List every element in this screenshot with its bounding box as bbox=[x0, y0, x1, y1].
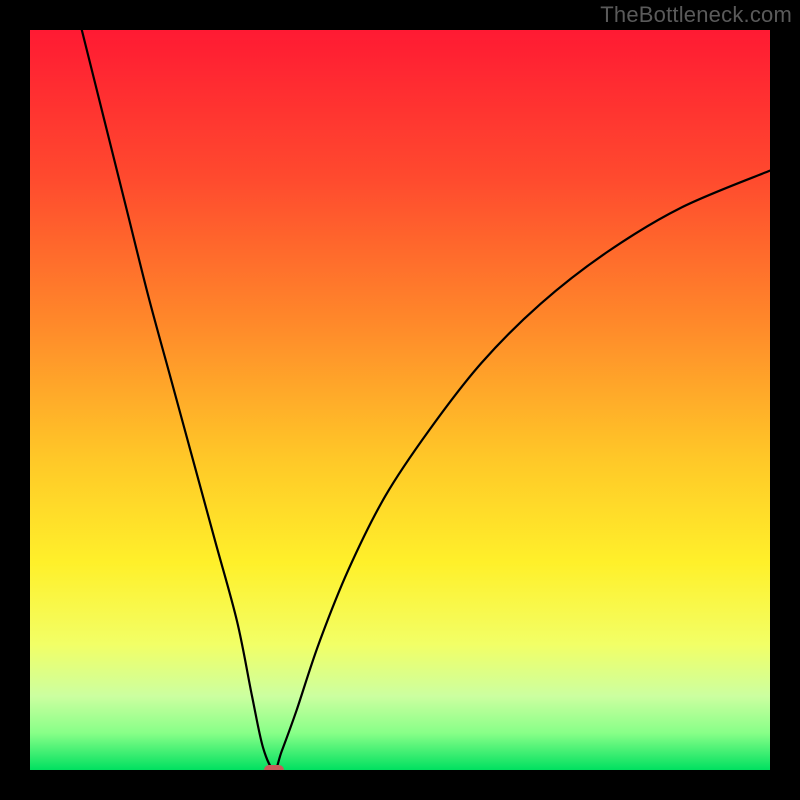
minimum-marker bbox=[264, 765, 284, 770]
chart-frame: TheBottleneck.com bbox=[0, 0, 800, 800]
watermark-text: TheBottleneck.com bbox=[600, 2, 792, 28]
plot-area bbox=[30, 30, 770, 770]
bottleneck-curve bbox=[30, 30, 770, 770]
